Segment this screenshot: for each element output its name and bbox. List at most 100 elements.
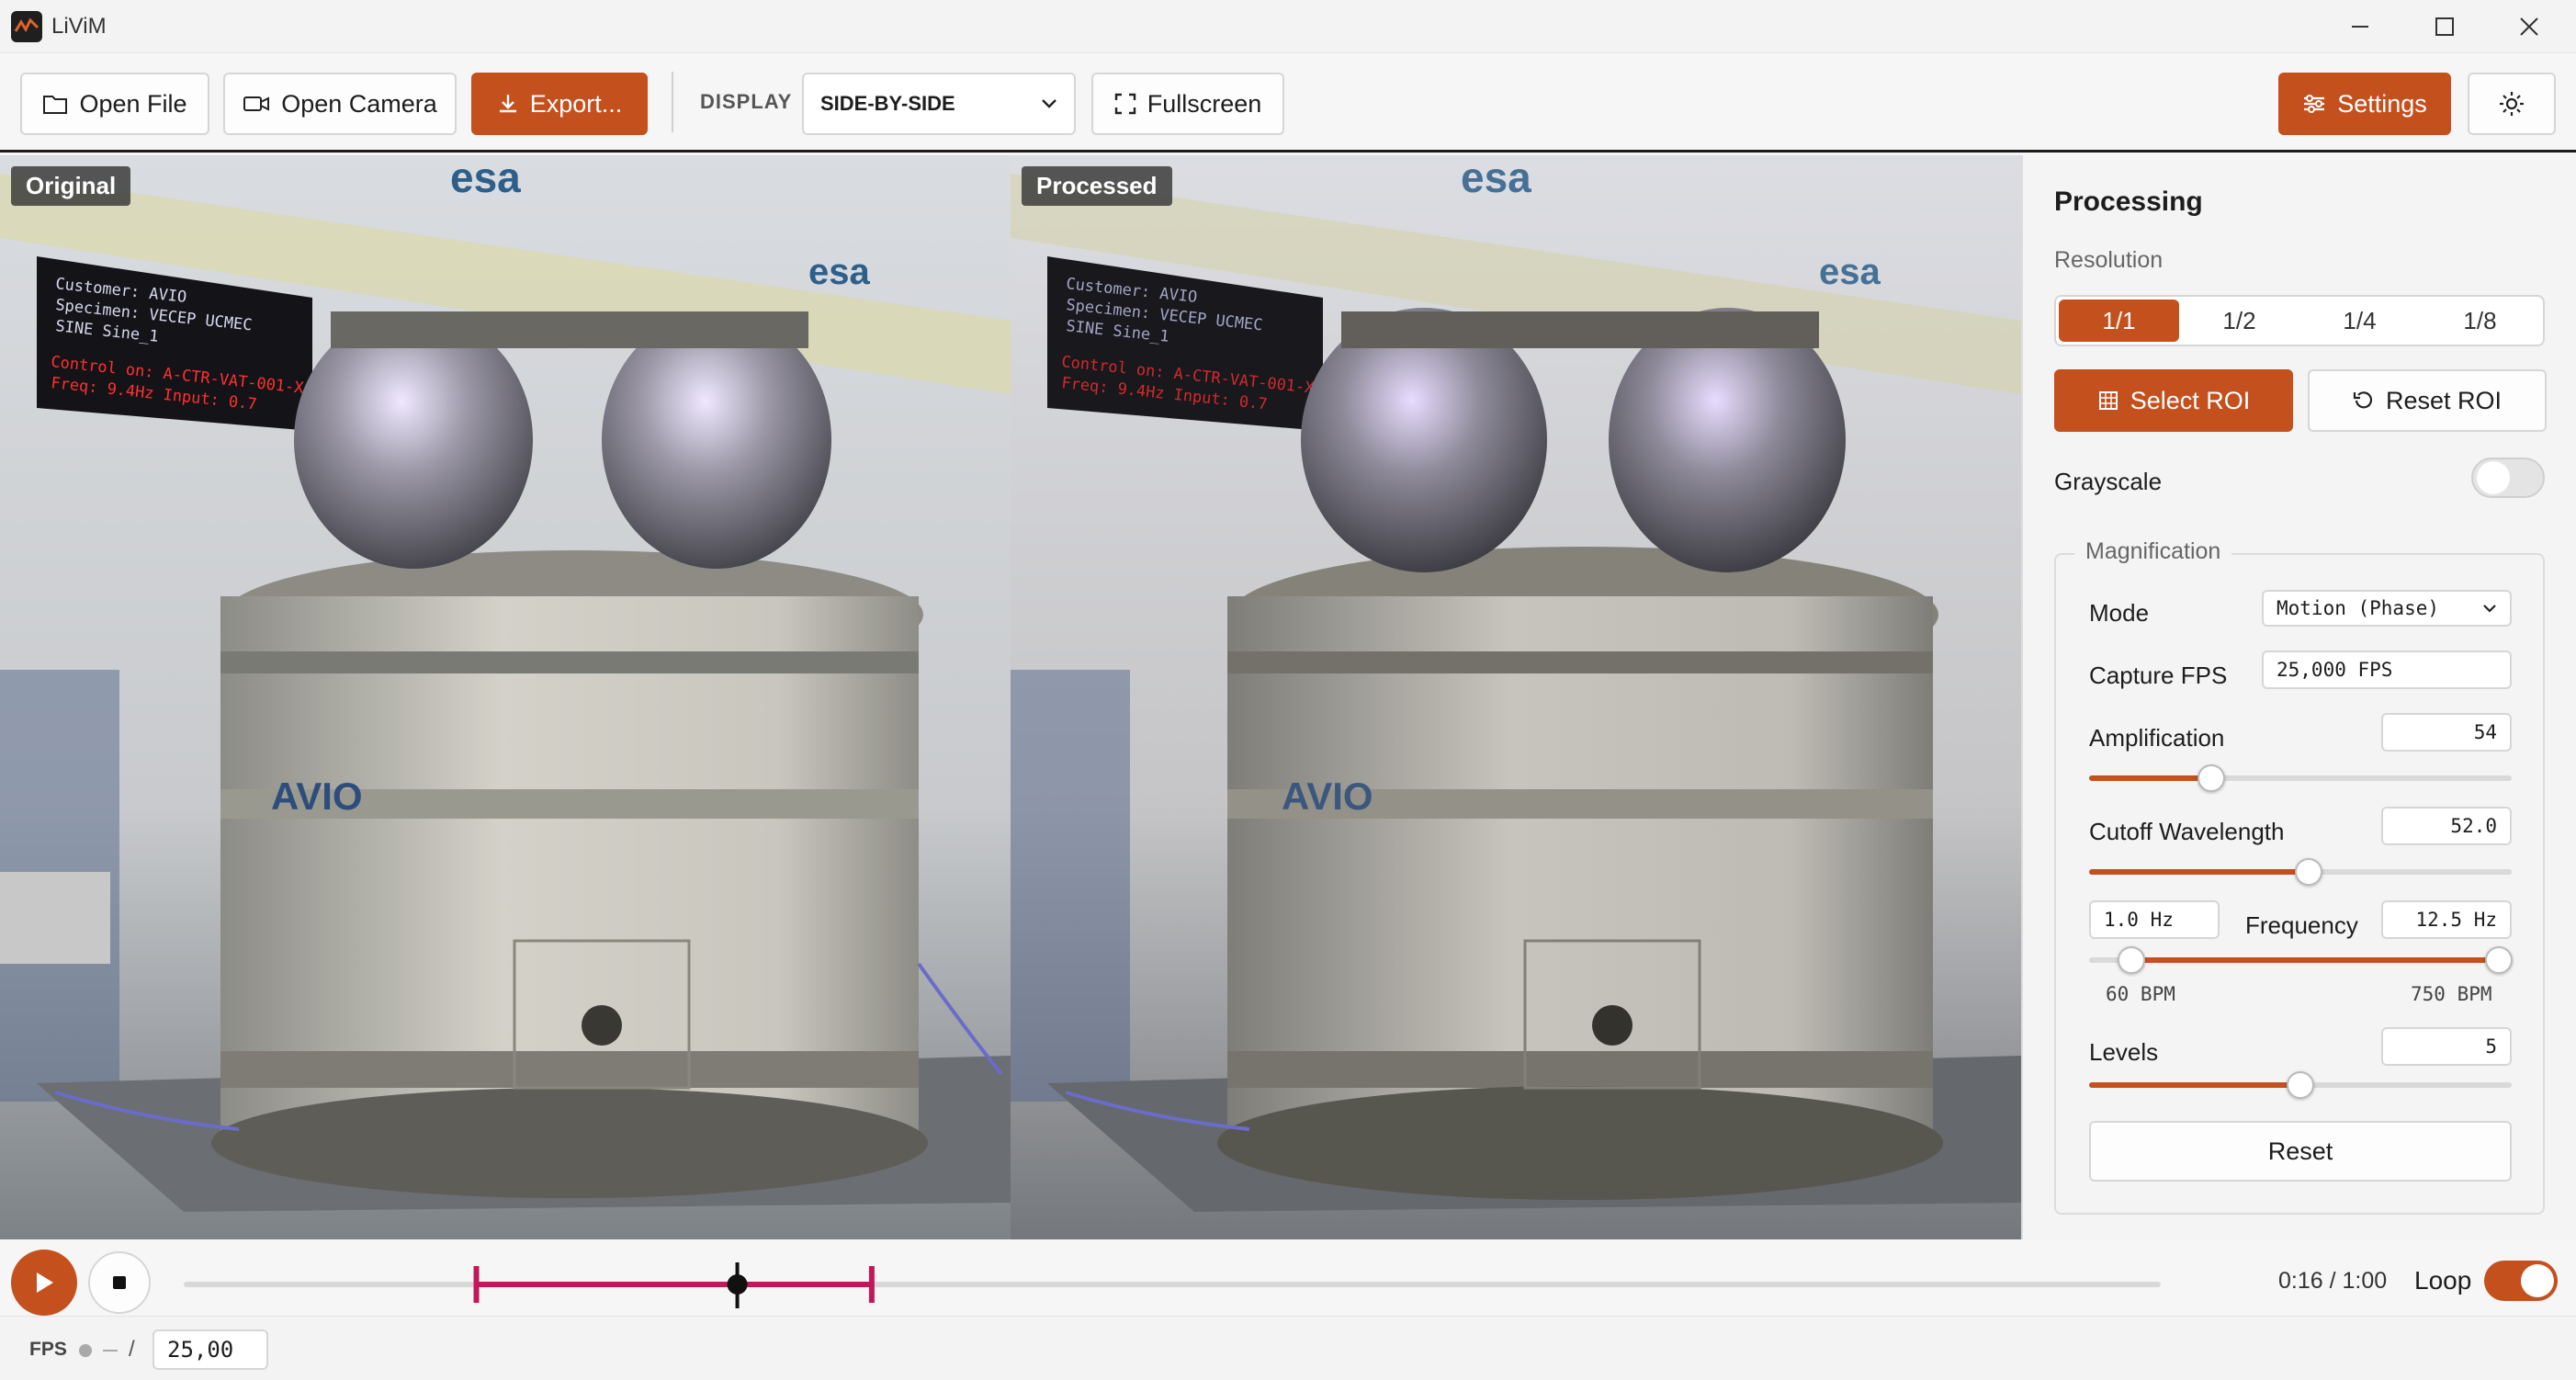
app-logo-icon xyxy=(11,11,42,42)
original-pane-label: Original xyxy=(11,166,131,206)
play-button[interactable] xyxy=(11,1250,77,1316)
esa-sign: esa xyxy=(1461,155,1531,201)
title-bar: LiViM xyxy=(0,0,2576,53)
processing-panel: Processing Resolution 1/1 1/2 1/4 1/8 Se… xyxy=(2021,155,2576,1239)
esa-sign: esa xyxy=(450,155,521,201)
esa-sign: esa xyxy=(808,252,870,292)
capture-fps-input[interactable]: 25,000 FPS xyxy=(2262,650,2512,689)
reset-label: Reset xyxy=(2267,1137,2333,1165)
minimize-button[interactable] xyxy=(2319,0,2401,53)
processing-title: Processing xyxy=(2054,187,2203,217)
magnification-group: Magnification Mode Motion (Phase) Captur… xyxy=(2054,538,2545,1215)
settings-button[interactable]: Settings xyxy=(2278,73,2451,135)
fullscreen-icon xyxy=(1114,93,1135,115)
toolbar: Open File Open Camera Export... DISPLAY … xyxy=(0,53,2576,153)
reset-magnification-button[interactable]: Reset xyxy=(2089,1121,2512,1182)
close-button[interactable] xyxy=(2488,0,2570,53)
open-file-label: Open File xyxy=(79,89,187,118)
display-label: DISPLAY xyxy=(700,90,793,113)
fullscreen-button[interactable]: Fullscreen xyxy=(1091,73,1284,135)
window-title: LiViM xyxy=(51,14,107,39)
chevron-down-icon xyxy=(1042,99,1056,108)
loop-label: Loop xyxy=(2414,1266,2472,1295)
reset-roi-label: Reset ROI xyxy=(2385,386,2503,414)
loop-toggle[interactable] xyxy=(2484,1261,2558,1301)
cutoff-wavelength-slider-fill xyxy=(2089,869,2310,875)
frequency-high-thumb[interactable] xyxy=(2485,946,2514,974)
bpm-low-label: 60 BPM xyxy=(2106,983,2175,1005)
fps-indicator-dot xyxy=(79,1344,92,1357)
fps-dash xyxy=(103,1350,118,1352)
frequency-range-fill xyxy=(2131,957,2500,963)
reset-icon xyxy=(2353,391,2372,409)
magnification-legend: Magnification xyxy=(2074,538,2232,565)
transport-bar: 0:16 / 1:00 Loop xyxy=(0,1242,2576,1316)
theme-toggle-button[interactable] xyxy=(2468,73,2556,135)
sun-icon xyxy=(2500,92,2524,116)
resolution-option-1-8[interactable]: 1/8 xyxy=(2420,300,2540,342)
mode-label: Mode xyxy=(2089,599,2150,627)
bpm-high-label: 750 BPM xyxy=(2411,983,2492,1005)
esa-sign: esa xyxy=(1819,252,1881,292)
crop-icon xyxy=(2098,391,2118,410)
playhead-handle[interactable] xyxy=(727,1274,748,1295)
fps-separator: / xyxy=(129,1337,135,1362)
resolution-option-1-4[interactable]: 1/4 xyxy=(2299,300,2420,342)
stop-icon xyxy=(113,1276,126,1289)
fps-input[interactable]: 25,00 xyxy=(153,1329,268,1370)
toggle-knob xyxy=(2477,461,2510,494)
frequency-high-input[interactable]: 12.5 Hz xyxy=(2381,900,2512,939)
maximize-button[interactable] xyxy=(2403,0,2486,53)
original-video-frame: esa esa Customer: AVIO Specimen: VECEP U… xyxy=(0,155,1011,1239)
processed-video-frame: esa esa Customer: AVIO Specimen: VECEP U… xyxy=(1011,155,2021,1239)
toolbar-divider xyxy=(672,72,673,132)
time-readout: 0:16 / 1:00 xyxy=(2278,1268,2388,1294)
resolution-option-1-2[interactable]: 1/2 xyxy=(2179,300,2299,342)
levels-slider-thumb[interactable] xyxy=(2287,1071,2314,1099)
levels-slider-fill xyxy=(2089,1082,2300,1088)
processed-pane-label: Processed xyxy=(1022,166,1172,206)
frequency-label: Frequency xyxy=(2245,911,2358,939)
close-icon xyxy=(2520,17,2538,36)
export-button[interactable]: Export... xyxy=(471,73,648,135)
download-icon xyxy=(499,95,516,113)
cutoff-wavelength-input[interactable]: 52.0 xyxy=(2381,807,2512,845)
timeline-scrubber[interactable] xyxy=(184,1257,2161,1312)
resolution-label: Resolution xyxy=(2054,247,2164,273)
frequency-low-thumb[interactable] xyxy=(2118,946,2145,974)
frequency-low-input[interactable]: 1.0 Hz xyxy=(2089,900,2220,939)
display-mode-select[interactable]: SIDE-BY-SIDE xyxy=(802,73,1076,135)
select-roi-button[interactable]: Select ROI xyxy=(2054,369,2293,432)
mode-select[interactable]: Motion (Phase) xyxy=(2262,590,2512,627)
amplification-slider-thumb[interactable] xyxy=(2198,764,2226,792)
resolution-selector: 1/1 1/2 1/4 1/8 xyxy=(2054,295,2545,346)
amplification-slider-fill xyxy=(2089,775,2212,781)
maximize-icon xyxy=(2435,17,2454,36)
reset-roi-button[interactable]: Reset ROI xyxy=(2308,369,2547,432)
play-icon xyxy=(37,1273,53,1293)
amplification-input[interactable]: 54 xyxy=(2381,713,2512,752)
toggle-knob xyxy=(2521,1264,2554,1297)
capture-fps-label: Capture FPS xyxy=(2089,662,2228,689)
display-mode-value: SIDE-BY-SIDE xyxy=(820,92,955,115)
amplification-label: Amplification xyxy=(2089,724,2225,752)
video-camera-icon xyxy=(243,96,270,111)
settings-label: Settings xyxy=(2337,89,2427,118)
original-video-pane[interactable]: esa esa Customer: AVIO Specimen: VECEP U… xyxy=(0,155,1011,1239)
open-file-button[interactable]: Open File xyxy=(20,73,209,135)
levels-input[interactable]: 5 xyxy=(2381,1027,2512,1066)
grayscale-toggle[interactable] xyxy=(2471,458,2545,498)
open-camera-label: Open Camera xyxy=(281,89,437,118)
folder-icon xyxy=(43,96,68,114)
select-roi-label: Select ROI xyxy=(2130,386,2251,414)
status-bar: FPS / 25,00 xyxy=(0,1316,2576,1380)
processed-video-pane[interactable]: esa esa Customer: AVIO Specimen: VECEP U… xyxy=(1011,155,2021,1239)
avio-logo: AVIO xyxy=(271,775,363,818)
avio-logo: AVIO xyxy=(1282,775,1373,818)
chevron-down-icon xyxy=(2483,605,2496,613)
cutoff-wavelength-slider-thumb[interactable] xyxy=(2295,858,2323,886)
stop-button[interactable] xyxy=(88,1251,151,1314)
resolution-option-1-1[interactable]: 1/1 xyxy=(2059,300,2179,342)
open-camera-button[interactable]: Open Camera xyxy=(223,73,457,135)
levels-label: Levels xyxy=(2089,1038,2159,1066)
